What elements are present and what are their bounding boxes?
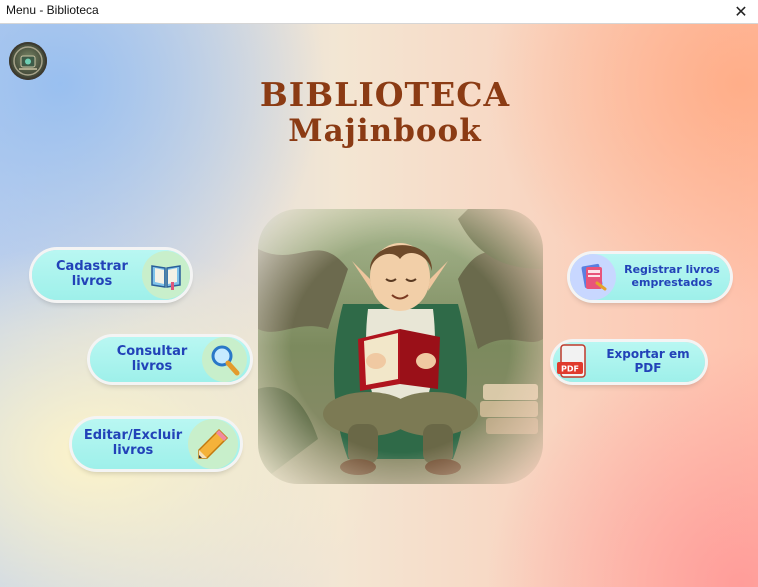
cadastrar-livros-label: Cadastrar livros — [56, 259, 128, 289]
svg-text:PDF: PDF — [561, 365, 579, 374]
magnifier-icon — [202, 337, 247, 382]
consultar-livros-label: Consultar livros — [116, 343, 188, 374]
book-stack-icon — [570, 254, 616, 300]
consultar-livros-button[interactable]: Consultar livros — [90, 337, 250, 382]
main-canvas: BIBLIOTECA Majinbook Cadastrar livros Co… — [0, 24, 758, 587]
pdf-file-icon: PDF — [551, 340, 595, 384]
window-titlebar: Menu - Biblioteca ✕ — [0, 0, 758, 24]
title-line-1: BIBLIOTECA — [259, 75, 511, 114]
close-icon[interactable]: ✕ — [724, 0, 758, 23]
pencil-icon — [188, 419, 238, 469]
exportar-pdf-label: Exportar em PDF — [606, 347, 690, 375]
open-book-icon — [142, 251, 190, 299]
registrar-livros-emprestados-button[interactable]: Registrar livros emprestados — [570, 254, 730, 300]
editar-excluir-livros-button[interactable]: Editar/Excluir livros — [72, 419, 240, 469]
page-title: BIBLIOTECA Majinbook — [250, 76, 520, 150]
registrar-livros-label: Registrar livros emprestados — [624, 263, 720, 289]
editar-excluir-livros-label: Editar/Excluir livros — [83, 428, 183, 458]
logo-icon[interactable] — [9, 42, 47, 80]
cadastrar-livros-button[interactable]: Cadastrar livros — [32, 250, 190, 300]
window-title: Menu - Biblioteca — [6, 3, 99, 17]
title-line-2: Majinbook — [288, 112, 482, 149]
hero-illustration — [258, 209, 543, 484]
exportar-pdf-button[interactable]: PDF Exportar em PDF — [553, 342, 705, 382]
